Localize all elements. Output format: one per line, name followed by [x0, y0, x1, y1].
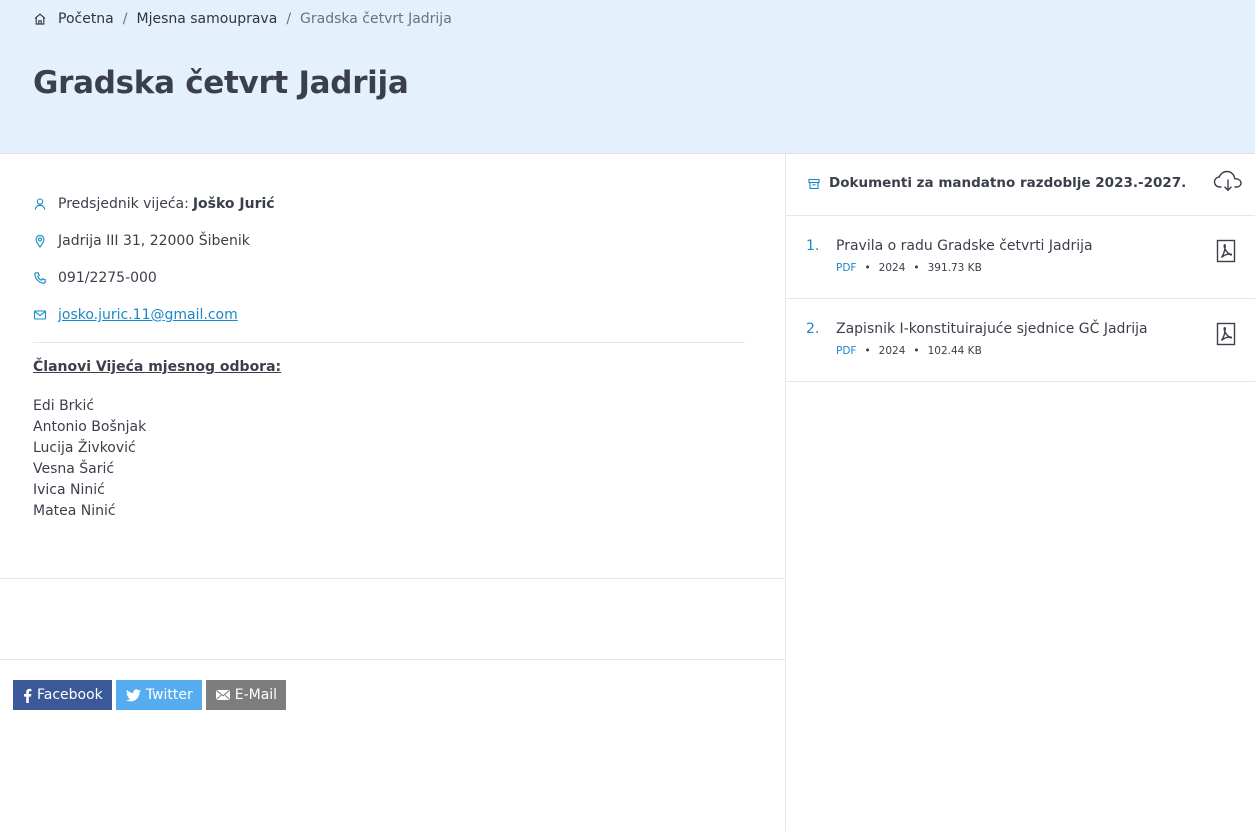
- document-link[interactable]: Pravila o radu Gradske četvrti Jadrija: [836, 238, 1093, 254]
- breadcrumb-separator: /: [286, 11, 292, 27]
- president-name: Joško Jurić: [192, 196, 275, 212]
- archive-icon: [808, 178, 820, 190]
- breadcrumb-current: Gradska četvrt Jadrija: [300, 11, 452, 27]
- member-item: Matea Ninić: [33, 503, 116, 519]
- member-item: Antonio Bošnjak: [33, 419, 147, 435]
- facebook-icon: [23, 688, 32, 703]
- breadcrumb-link-home[interactable]: Početna: [58, 11, 114, 27]
- share-facebook-button[interactable]: Facebook: [13, 680, 112, 710]
- mail-icon: [33, 308, 47, 322]
- member-item: Vesna Šarić: [33, 461, 115, 477]
- document-link[interactable]: Zapisnik I-konstituirajuće sjednice GČ J…: [836, 321, 1148, 337]
- document-meta: PDF • 2024 • 391.73 KB: [836, 262, 982, 274]
- share-facebook-label: Facebook: [37, 687, 103, 703]
- document-year: 2024: [878, 262, 906, 274]
- page-title: Gradska četvrt Jadrija: [33, 65, 409, 101]
- home-icon[interactable]: [33, 12, 47, 26]
- envelope-icon: [215, 690, 230, 700]
- document-type: PDF: [836, 345, 857, 357]
- document-meta: PDF • 2024 • 102.44 KB: [836, 345, 982, 357]
- members-heading: Članovi Vijeća mjesnog odbora:: [33, 359, 282, 375]
- document-type: PDF: [836, 262, 857, 274]
- share-buttons: Facebook Twitter E-Mail: [13, 680, 290, 710]
- page-header: Početna / Mjesna samouprava / Gradska če…: [0, 0, 1255, 154]
- divider: [0, 578, 785, 579]
- share-email-button[interactable]: E-Mail: [205, 680, 287, 710]
- meta-separator: •: [864, 262, 871, 274]
- president-row: Predsjednik vijeća: Joško Jurić: [33, 194, 275, 214]
- breadcrumb: Početna / Mjesna samouprava / Gradska če…: [33, 9, 452, 29]
- document-size: 102.44 KB: [927, 345, 982, 357]
- document-year: 2024: [878, 345, 906, 357]
- phone-text: 091/2275-000: [58, 270, 157, 286]
- document-number: 2.: [806, 321, 820, 337]
- document-number: 1.: [806, 238, 820, 254]
- email-link[interactable]: josko.juric.11@gmail.com: [58, 307, 238, 323]
- meta-separator: •: [913, 262, 920, 274]
- members-list: Edi Brkić Antonio Bošnjak Lucija Živkovi…: [33, 396, 146, 522]
- share-twitter-button[interactable]: Twitter: [115, 680, 202, 710]
- breadcrumb-separator: /: [122, 11, 128, 27]
- share-email-label: E-Mail: [234, 687, 278, 703]
- documents-header: Dokumenti za mandatno razdoblje 2023.-20…: [786, 154, 1255, 216]
- phone-icon: [33, 271, 47, 285]
- map-pin-icon: [33, 234, 47, 248]
- document-item: 2. Zapisnik I-konstituirajuće sjednice G…: [786, 299, 1255, 382]
- member-item: Ivica Ninić: [33, 482, 105, 498]
- address-row: Jadrija III 31, 22000 Šibenik: [33, 231, 250, 251]
- president-label: Predsjednik vijeća:: [58, 196, 189, 212]
- member-item: Lucija Živković: [33, 440, 136, 456]
- breadcrumb-link-mjesna-samouprava[interactable]: Mjesna samouprava: [136, 11, 277, 27]
- pdf-file-icon[interactable]: [1216, 322, 1236, 346]
- pdf-file-icon[interactable]: [1216, 239, 1236, 263]
- twitter-icon: [125, 688, 141, 702]
- member-item: Edi Brkić: [33, 398, 95, 414]
- meta-separator: •: [913, 345, 920, 357]
- meta-separator: •: [864, 345, 871, 357]
- main-content: Predsjednik vijeća: Joško Jurić Jadrija …: [0, 154, 785, 831]
- cloud-download-icon[interactable]: [1213, 170, 1243, 192]
- email-row: josko.juric.11@gmail.com: [33, 305, 238, 325]
- user-icon: [33, 197, 47, 211]
- phone-row: 091/2275-000: [33, 268, 157, 288]
- address-text: Jadrija III 31, 22000 Šibenik: [58, 233, 250, 249]
- documents-heading: Dokumenti za mandatno razdoblje 2023.-20…: [829, 175, 1187, 191]
- documents-sidebar: Dokumenti za mandatno razdoblje 2023.-20…: [785, 154, 1255, 831]
- divider: [33, 342, 745, 343]
- divider: [0, 659, 785, 660]
- document-item: 1. Pravila o radu Gradske četvrti Jadrij…: [786, 216, 1255, 299]
- document-size: 391.73 KB: [927, 262, 982, 274]
- share-twitter-label: Twitter: [145, 687, 193, 703]
